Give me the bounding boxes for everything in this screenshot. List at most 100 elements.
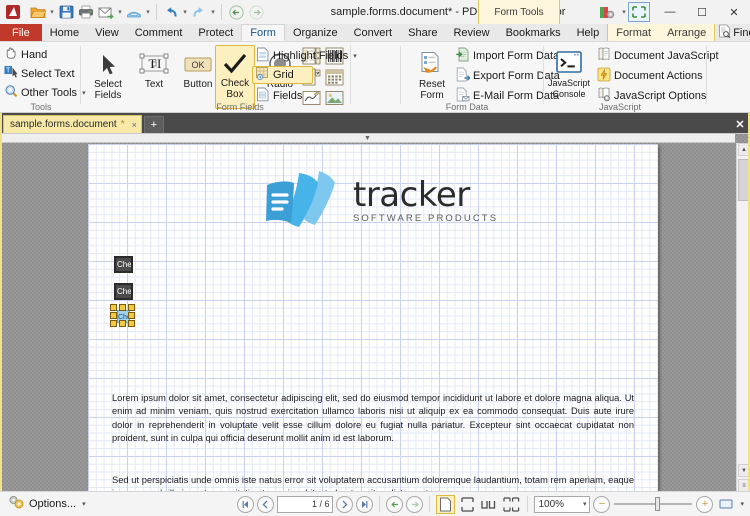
go-back-button[interactable] [386,495,404,513]
vertical-scrollbar[interactable]: ▲ ▼ ≡ [736,143,750,492]
previous-page-button[interactable] [257,495,275,513]
panel-collapse-strip[interactable]: ▼ [0,134,735,143]
tab-bookmarks[interactable]: Bookmarks [498,24,569,41]
fit-page-button[interactable] [716,495,735,514]
resize-handle-sw[interactable] [110,320,117,327]
maximize-button[interactable]: ☐ [686,0,718,24]
check-box-field-1[interactable]: Che [114,256,133,273]
redo-dropdown-arrow[interactable]: ▾ [209,2,217,22]
tab-comment[interactable]: Comment [127,24,191,41]
scroll-up-arrow-icon[interactable]: ▲ [738,143,750,156]
tab-arrange[interactable]: Arrange [659,24,714,41]
document-view-area: ▼ tracker SOFTWARE PRODUCTS Che Che Che … [0,133,750,504]
undo-dropdown-arrow[interactable]: ▾ [181,2,189,22]
highlight-fields-dropdown-arrow[interactable]: ▾ [353,52,357,60]
zoom-slider-track[interactable] [614,497,693,511]
check-box-field-3[interactable]: Che [110,304,137,329]
minimize-button[interactable]: — [654,0,686,24]
email-dropdown-arrow[interactable]: ▾ [116,2,124,22]
fullscreen-icon[interactable] [628,2,650,22]
zoom-slider[interactable]: − + [593,495,714,513]
tab-share[interactable]: Share [400,24,445,41]
document-tab-close-icon[interactable]: × [129,120,137,130]
customize-quick-access-icon[interactable] [594,1,620,23]
grid-toggle[interactable]: Grid [252,66,313,84]
select-fields-tool[interactable]: Select Fields [86,47,130,101]
last-page-button[interactable] [356,495,374,513]
two-page-view[interactable] [480,495,499,514]
javascript-console-button[interactable]: JavaScript Console [545,46,593,100]
vertical-scroll-thumb[interactable] [738,159,750,201]
check-box-field-2[interactable]: Che [114,283,133,300]
page-number-value: 1 / 6 [311,499,330,509]
text-field-tool[interactable]: T I Text [132,47,176,90]
reset-form-button[interactable]: Reset Form [410,47,454,101]
resize-handle-ne[interactable] [128,304,135,311]
scan-button[interactable] [124,2,144,22]
find-page-icon [718,24,731,41]
tab-form[interactable]: Form [241,24,285,41]
tracker-logo-subtitle: SOFTWARE PRODUCTS [353,212,499,224]
back-button[interactable] [226,2,246,22]
undo-button[interactable] [161,2,181,22]
first-page-button[interactable] [237,495,255,513]
go-forward-button[interactable] [406,495,424,513]
zoom-out-button[interactable]: − [593,495,611,513]
options-button[interactable]: Options... ▾ [0,495,86,513]
find-button[interactable]: Find... [715,24,750,41]
email-button[interactable] [96,2,116,22]
document-javascript[interactable]: Document JavaScript [595,47,719,64]
forward-button[interactable] [246,2,266,22]
other-tools[interactable]: Other Tools ▾ [2,84,86,101]
close-document-button[interactable]: ✕ [730,115,750,133]
zoom-dropdown-arrow[interactable]: ▾ [583,500,590,508]
tab-convert[interactable]: Convert [346,24,401,41]
pdf-page[interactable]: tracker SOFTWARE PRODUCTS Che Che Che Lo… [88,144,658,504]
open-file-dropdown-arrow[interactable]: ▾ [48,2,56,22]
highlight-fields-label: Highlight Fields [273,49,349,62]
status-bar-separator-1 [379,496,381,512]
two-page-continuous-view[interactable] [502,495,521,514]
tab-review[interactable]: Review [445,24,497,41]
customize-dropdown-arrow[interactable]: ▾ [620,2,628,22]
document-actions[interactable]: Document Actions [595,67,703,84]
next-page-button[interactable] [336,495,354,513]
single-page-view[interactable] [436,494,456,514]
calendar-icon[interactable] [325,68,346,87]
close-button[interactable]: ✕ [718,0,750,24]
options-dropdown-arrow[interactable]: ▾ [82,500,86,508]
zoom-in-button[interactable]: + [696,495,714,513]
resize-handle-nw[interactable] [110,304,117,311]
print-button[interactable] [76,2,96,22]
hand-tool[interactable]: Hand [2,46,80,63]
tab-file[interactable]: File [0,24,42,41]
highlight-fields-toggle[interactable]: Highlight Fields ▾ [254,47,400,64]
page-number-input[interactable]: 1 / 6 [277,495,334,513]
open-file-button[interactable] [28,2,48,22]
resize-handle-s[interactable] [119,320,126,327]
tab-home[interactable]: Home [42,24,87,41]
zoom-slider-knob[interactable] [655,497,661,511]
new-tab-button[interactable]: + [143,116,164,133]
status-bar-more-arrow[interactable]: ▾ [740,500,744,508]
select-text-tool[interactable]: T Select Text [2,65,80,82]
save-button[interactable] [56,2,76,22]
button-field-tool[interactable]: OK Button [176,47,220,90]
reset-form-label-2: Form [420,90,444,101]
tab-protect[interactable]: Protect [190,24,241,41]
tab-help[interactable]: Help [569,24,608,41]
resize-handle-se[interactable] [128,320,135,327]
scroll-down-arrow-icon[interactable]: ▼ [738,464,750,477]
scan-dropdown-arrow[interactable]: ▾ [144,2,152,22]
tab-view[interactable]: View [87,24,127,41]
check-box-tool[interactable]: Check Box [215,45,255,109]
redo-button[interactable] [189,2,209,22]
resize-handle-n[interactable] [119,304,126,311]
resize-handle-w[interactable] [110,312,117,319]
document-tab[interactable]: sample.forms.document * × [3,115,142,133]
zoom-level-combo[interactable]: 100% ▾ [534,495,591,513]
continuous-page-view[interactable] [458,495,477,514]
resize-handle-e[interactable] [128,312,135,319]
tab-format[interactable]: Format [608,24,659,41]
tab-organize[interactable]: Organize [285,24,346,41]
